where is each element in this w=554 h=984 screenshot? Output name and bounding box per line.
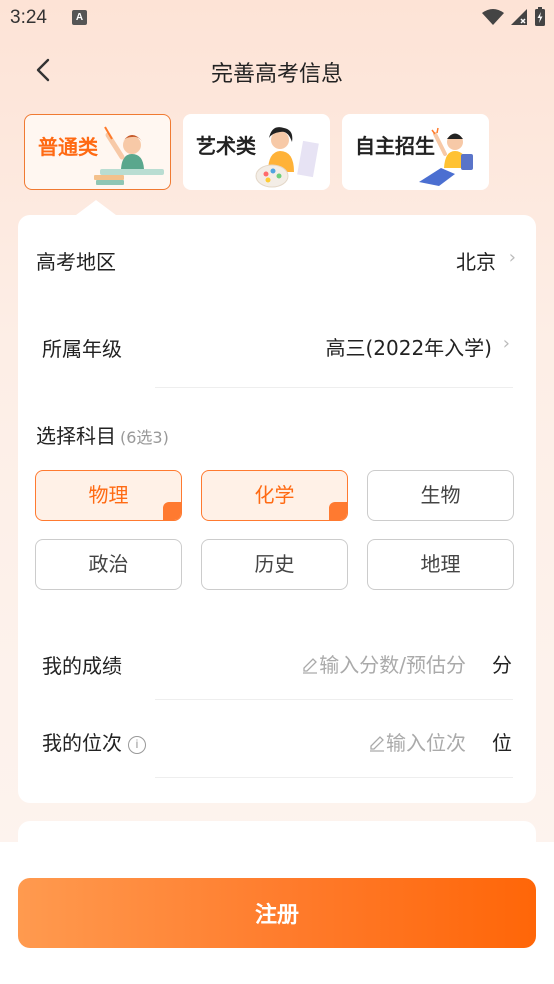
signal-icon (511, 9, 527, 25)
subject-chip-geography[interactable]: 地理 (367, 539, 514, 590)
region-row[interactable]: 高考地区 北京 › (18, 215, 536, 303)
tab-independent[interactable]: 自主招生 (342, 114, 489, 190)
tab-art[interactable]: 艺术类 (183, 114, 330, 190)
check-icon (329, 502, 347, 520)
status-time: 3:24 (10, 7, 47, 28)
tab-general[interactable]: 普通类 (24, 114, 171, 190)
status-bar: 3:24 A (0, 0, 554, 36)
region-label: 高考地区 (36, 250, 116, 274)
score-input[interactable]: 输入分数/预估分 (301, 649, 466, 678)
score-row: 我的成绩 输入分数/预估分 分 (18, 620, 536, 700)
region-value: 北京 (456, 250, 496, 274)
grade-value: 高三(2022年入学) (325, 336, 492, 360)
rank-row: 我的位次 i 输入位次 位 (18, 700, 536, 780)
divider (155, 777, 513, 778)
edit-pencil-icon (303, 658, 318, 674)
top-nav: 完善高考信息 (0, 44, 554, 96)
subject-hint: (6选3) (120, 428, 169, 447)
battery-icon (535, 7, 545, 26)
subject-chip-chemistry[interactable]: 化学 (201, 470, 348, 521)
chevron-right-icon: › (502, 333, 510, 354)
info-icon[interactable]: i (128, 736, 146, 754)
subject-chip-politics[interactable]: 政治 (35, 539, 182, 590)
subject-chip-physics[interactable]: 物理 (35, 470, 182, 521)
subject-chip-history[interactable]: 历史 (201, 539, 348, 590)
keyboard-notification-icon: A (72, 10, 87, 25)
category-tabs: 普通类 艺术类 自主招生 (24, 114, 489, 190)
wifi-icon (482, 9, 504, 25)
grade-label: 所属年级 (42, 337, 122, 361)
score-unit: 分 (492, 653, 512, 677)
cheering-student-illustration (419, 127, 473, 186)
grade-row[interactable]: 所属年级 高三(2022年入学) › (18, 303, 536, 391)
subject-title: 选择科目 (6选3) (36, 424, 169, 448)
subject-chip-biology[interactable]: 生物 (367, 470, 514, 521)
score-label: 我的成绩 (42, 654, 122, 678)
tab-label: 普通类 (38, 135, 98, 159)
divider (155, 387, 513, 388)
form-card: 高考地区 北京 › 所属年级 高三(2022年入学) › 选择科目 (6选3) 物… (18, 215, 536, 803)
rank-unit: 位 (492, 731, 512, 755)
page-title: 完善高考信息 (210, 62, 343, 87)
edit-pencil-icon (370, 736, 384, 752)
check-icon (163, 502, 181, 520)
tab-label: 艺术类 (196, 134, 256, 158)
active-tab-pointer (76, 200, 116, 215)
artist-palette-illustration (255, 127, 319, 188)
student-desk-illustration (94, 126, 164, 185)
register-button[interactable]: 注册 (18, 878, 536, 948)
chevron-right-icon: › (508, 247, 516, 268)
rank-label-group: 我的位次 i (42, 727, 146, 756)
rank-input[interactable]: 输入位次 (368, 727, 466, 756)
